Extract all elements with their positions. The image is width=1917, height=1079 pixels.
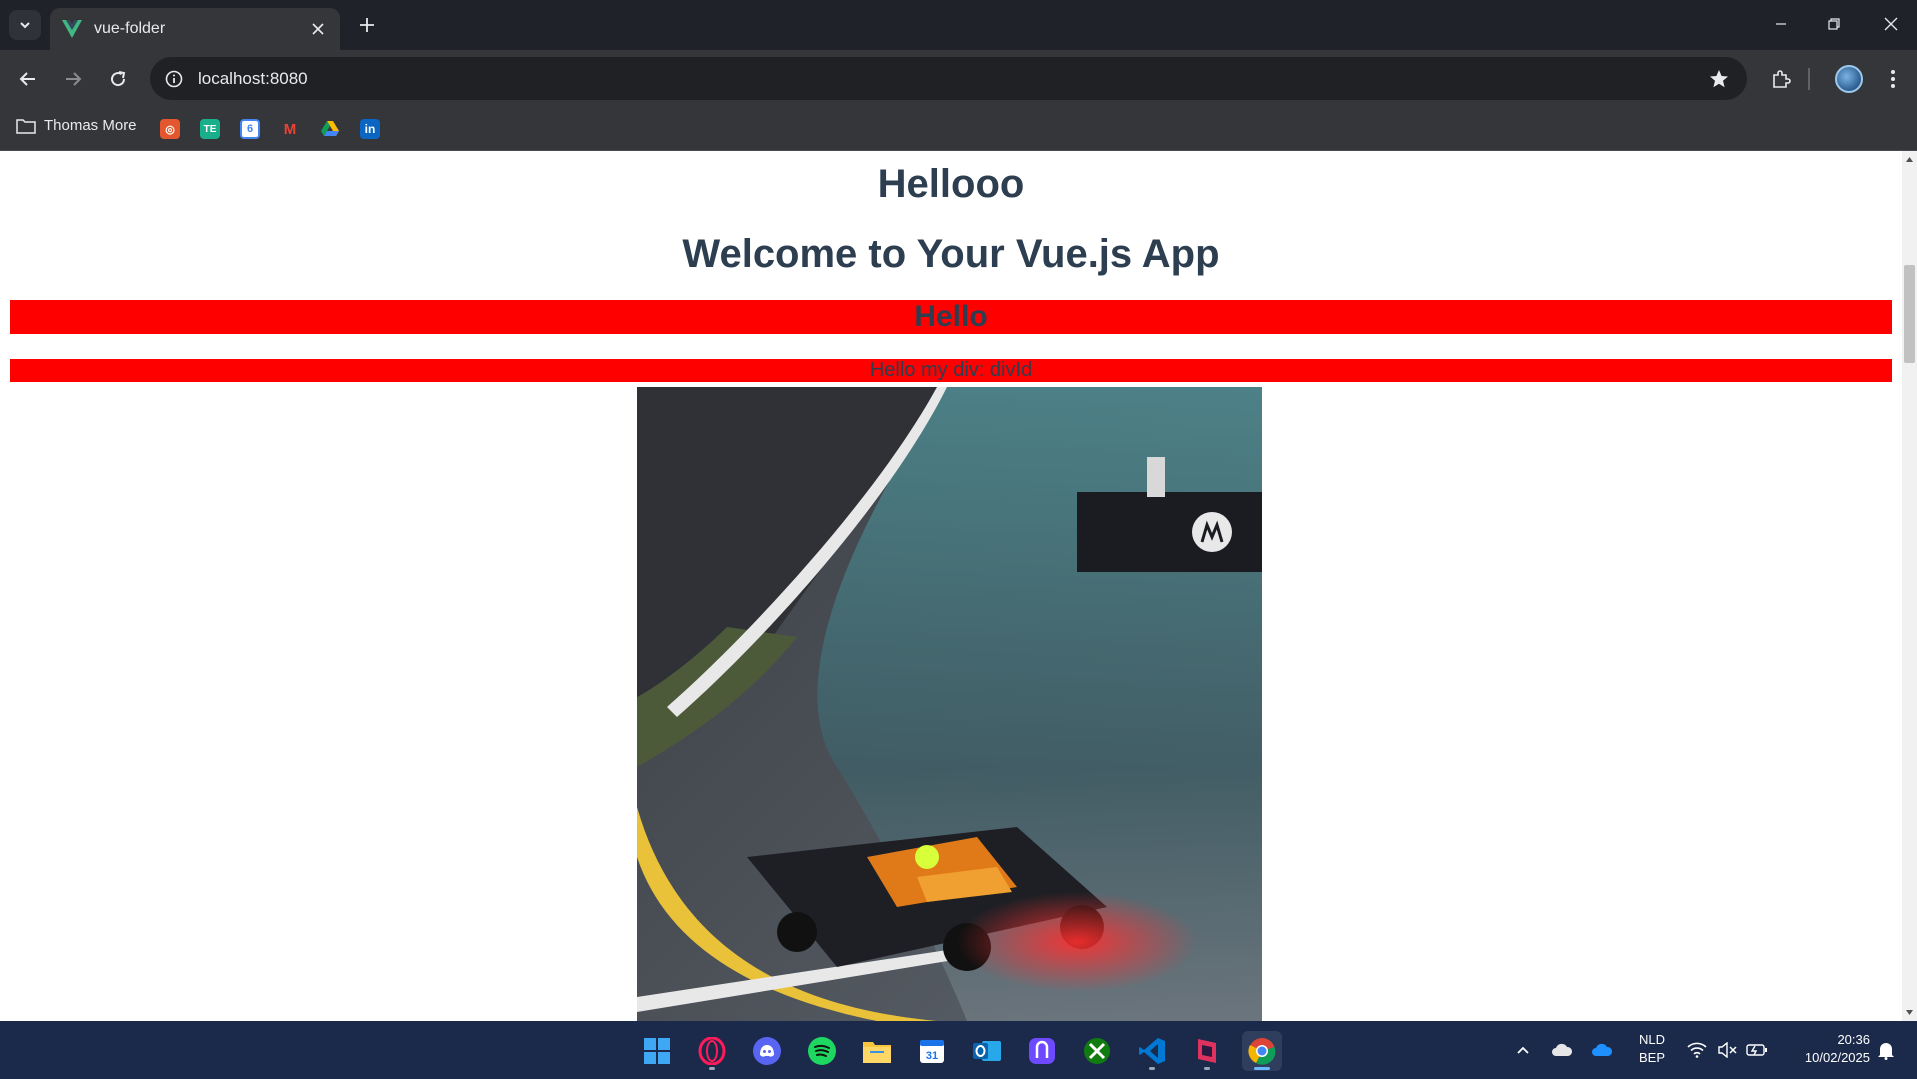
close-icon (312, 23, 324, 35)
calendar-icon[interactable]: 31 (912, 1031, 952, 1071)
canvas-icon[interactable]: ◎ (160, 119, 180, 139)
browser-toolbar: localhost:8080 (0, 50, 1917, 107)
close-icon (1884, 17, 1898, 31)
running-indicator (1204, 1067, 1210, 1070)
tab-vue-folder[interactable]: vue-folder (50, 8, 340, 50)
minimize-button[interactable] (1763, 8, 1799, 40)
arrow-left-icon (19, 72, 35, 86)
tab-title: vue-folder (94, 20, 166, 37)
windows-start-icon[interactable] (637, 1031, 677, 1071)
kebab-menu-icon (1891, 70, 1895, 88)
vscode-icon[interactable] (1132, 1031, 1172, 1071)
chrome-icon[interactable] (1242, 1031, 1282, 1071)
heading-welcome: Welcome to Your Vue.js App (682, 232, 1220, 276)
puzzle-icon (1773, 70, 1791, 88)
bookmarks-bar: Thomas More ◎ TE 6 M in (0, 107, 1917, 151)
restore-button[interactable] (1816, 8, 1852, 40)
scroll-down-arrow-icon[interactable] (1905, 1008, 1914, 1017)
menu-button[interactable] (1876, 62, 1910, 96)
google-calendar-icon[interactable]: 6 (240, 119, 260, 139)
xbox-icon[interactable] (1077, 1031, 1117, 1071)
wifi-icon[interactable] (1685, 1038, 1709, 1062)
profile-avatar[interactable] (1835, 65, 1863, 93)
extensions-button[interactable] (1764, 62, 1798, 96)
clock-time: 20:36 (1837, 1032, 1870, 1047)
teams-te-icon[interactable]: TE (200, 119, 220, 139)
tab-close-button[interactable] (304, 15, 332, 43)
onedrive-personal-icon[interactable] (1550, 1038, 1574, 1062)
chevron-up-icon (1517, 1046, 1529, 1054)
tab-strip: vue-folder (0, 0, 1917, 50)
vue-logo-icon (62, 19, 82, 39)
chevron-down-icon (20, 22, 30, 29)
linkedin-icon[interactable]: in (360, 119, 380, 139)
new-tab-button[interactable] (352, 10, 382, 40)
notification-bell-icon[interactable] (1874, 1038, 1898, 1062)
running-indicator (1254, 1067, 1270, 1070)
url-text: localhost:8080 (198, 68, 308, 88)
onedrive-business-icon[interactable] (1590, 1038, 1614, 1062)
heading-hellooo: Hellooo (877, 162, 1025, 206)
address-bar[interactable]: localhost:8080 (150, 57, 1747, 100)
calendar-glyph: 6 (246, 123, 254, 135)
clock[interactable]: 20:36 10/02/2025 (1780, 1031, 1870, 1067)
battery-icon[interactable] (1745, 1038, 1769, 1062)
info-icon (165, 70, 183, 87)
outlook-icon[interactable] (967, 1031, 1007, 1071)
speaker-muted-icon[interactable] (1715, 1038, 1739, 1062)
minimize-icon (1776, 23, 1786, 25)
running-indicator (709, 1067, 715, 1070)
google-drive-icon[interactable] (320, 119, 340, 139)
gmail-icon[interactable]: M (280, 119, 300, 139)
running-indicator (1149, 1067, 1155, 1070)
drive-glyph (321, 121, 339, 136)
show-hidden-icons-button[interactable] (1511, 1038, 1535, 1062)
clock-date: 10/02/2025 (1804, 1050, 1870, 1065)
tab-search-button[interactable] (9, 10, 41, 40)
opera-gx-icon[interactable] (692, 1031, 732, 1071)
scroll-up-arrow-icon[interactable] (1905, 155, 1914, 164)
back-button[interactable] (11, 62, 45, 96)
app-icon[interactable] (1187, 1031, 1227, 1071)
discord-icon[interactable] (747, 1031, 787, 1071)
linkedin-glyph: in (364, 122, 376, 136)
canvas-glyph: ◎ (165, 123, 175, 136)
vue-app: Hellooo Welcome to Your Vue.js App Hello… (0, 158, 1902, 382)
toolbar-divider (1808, 68, 1810, 90)
bookmark-folder-label: Thomas More (44, 117, 137, 134)
scroll-thumb[interactable] (1904, 265, 1915, 363)
language-indicator[interactable]: NLD BEP (1632, 1031, 1672, 1067)
reload-icon (111, 71, 126, 87)
windows-taskbar: 31 NLD BEP 20:36 10/02/2025 (0, 1021, 1917, 1079)
red-hello-div: Hello my div: divId (10, 359, 1892, 382)
keyboard-layout: BEP (1638, 1050, 1665, 1065)
proton-pass-icon[interactable] (1022, 1031, 1062, 1071)
language-code: NLD (1638, 1032, 1665, 1047)
folder-icon (16, 118, 36, 134)
site-info-button[interactable] (156, 61, 192, 97)
reload-button[interactable] (101, 62, 135, 96)
star-icon (1710, 69, 1728, 87)
race-car-image (637, 387, 1262, 1021)
red-hello-heading: Hello (10, 300, 1892, 334)
plus-icon (360, 18, 374, 32)
arrow-right-icon (66, 72, 82, 86)
file-explorer-icon[interactable] (857, 1031, 897, 1071)
page-scrollbar[interactable] (1902, 151, 1917, 1021)
forward-button[interactable] (56, 62, 90, 96)
restore-icon (1828, 18, 1840, 30)
gmail-glyph: M (283, 120, 297, 138)
spotify-icon[interactable] (802, 1031, 842, 1071)
bookmark-folder-thomas-more[interactable]: Thomas More (16, 117, 137, 134)
svg-text:31: 31 (926, 1050, 938, 1062)
page-viewport: Hellooo Welcome to Your Vue.js App Hello… (0, 151, 1902, 1021)
bookmark-star-button[interactable] (1701, 61, 1737, 97)
te-glyph: TE (203, 123, 217, 135)
close-window-button[interactable] (1873, 8, 1909, 40)
